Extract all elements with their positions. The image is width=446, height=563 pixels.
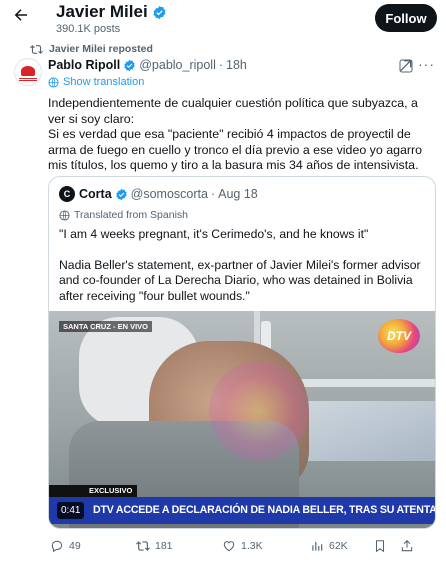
video-exclusive-tag: EXCLUSIVO bbox=[49, 485, 137, 497]
avatar-seal-lines bbox=[19, 77, 37, 81]
repost-button[interactable]: 181 bbox=[136, 536, 173, 556]
show-translation-label[interactable]: Show translation bbox=[63, 76, 144, 88]
reply-count: 49 bbox=[69, 540, 81, 552]
reply-icon bbox=[51, 540, 63, 553]
analytics-icon bbox=[312, 541, 323, 551]
heart-icon bbox=[223, 541, 235, 552]
bookmark-button[interactable] bbox=[373, 536, 392, 556]
video-news-banner: DTV ACCEDE A DECLARACIÓN DE NADIA BELLER… bbox=[49, 497, 435, 524]
arrow-left-icon bbox=[14, 9, 27, 21]
quoted-tweet-header: C Corta @somoscorta · Aug 18 bbox=[59, 186, 258, 202]
profile-name: Javier Milei bbox=[56, 2, 167, 22]
repost-label: Javier Milei reposted bbox=[49, 43, 153, 55]
more-options-icon[interactable]: ··· bbox=[418, 56, 435, 72]
share-icon bbox=[401, 540, 413, 552]
separator-dot: · bbox=[218, 58, 224, 72]
profile-header: Javier Milei 390.1K posts Follow bbox=[0, 0, 446, 40]
verified-badge-icon bbox=[124, 59, 135, 71]
video-location-tag: SANTA CRUZ - EN VIVO bbox=[59, 321, 153, 332]
back-button[interactable] bbox=[10, 6, 32, 28]
tweet-text-line: Independientemente de cualquier cuestión… bbox=[48, 96, 418, 126]
repost-icon bbox=[30, 44, 43, 54]
quoted-paragraph: "I am 4 weeks pregnant, it's Cerimedo's,… bbox=[59, 227, 369, 241]
grok-icon[interactable] bbox=[398, 58, 414, 74]
reply-button[interactable]: 49 bbox=[50, 536, 81, 556]
video-timestamp: 0:41 bbox=[57, 502, 85, 519]
tweet-handle[interactable]: @pablo_ripoll bbox=[139, 58, 216, 72]
quoted-paragraph: Nadia Beller's statement, ex-partner of … bbox=[59, 257, 421, 303]
video-player[interactable]: DTV SANTA CRUZ - EN VIVO EXCLUSIVO DTV A… bbox=[49, 311, 435, 528]
quoted-author-avatar[interactable]: C bbox=[59, 186, 75, 202]
video-bed bbox=[304, 401, 435, 461]
repost-count: 181 bbox=[155, 540, 173, 552]
follow-button[interactable]: Follow bbox=[375, 4, 437, 32]
verified-badge-icon bbox=[116, 188, 127, 200]
separator-dot: · bbox=[210, 187, 216, 201]
translate-icon bbox=[48, 76, 59, 88]
translate-icon bbox=[59, 209, 70, 221]
like-count: 1.3K bbox=[241, 540, 263, 552]
show-translation-link[interactable]: Show translation bbox=[48, 76, 144, 88]
quoted-tweet[interactable]: C Corta @somoscorta · Aug 18 Translated … bbox=[48, 176, 436, 529]
video-watermark bbox=[209, 361, 309, 461]
quoted-author[interactable]: Corta bbox=[79, 187, 112, 201]
translated-notice: Translated from Spanish bbox=[59, 209, 188, 221]
verified-badge-icon bbox=[153, 5, 166, 19]
tweet-time[interactable]: 18h bbox=[226, 58, 247, 72]
tweet-text-line: Si es verdad que esa "paciente" recibió … bbox=[48, 127, 423, 172]
quoted-handle[interactable]: @somoscorta bbox=[131, 187, 208, 201]
post-count: 390.1K posts bbox=[56, 23, 121, 35]
bookmark-icon bbox=[375, 540, 385, 553]
translated-label: Translated from Spanish bbox=[74, 209, 188, 221]
video-bed-rail bbox=[299, 379, 435, 387]
like-button[interactable]: 1.3K bbox=[222, 536, 263, 556]
view-count: 62K bbox=[329, 540, 348, 552]
channel-logo: DTV bbox=[378, 319, 420, 353]
author-avatar[interactable] bbox=[14, 58, 42, 86]
views-button[interactable]: 62K bbox=[310, 536, 348, 556]
quoted-text: "I am 4 weeks pregnant, it's Cerimedo's,… bbox=[59, 227, 427, 319]
profile-name-text: Javier Milei bbox=[56, 2, 148, 21]
repost-icon bbox=[136, 541, 150, 551]
avatar-seal bbox=[21, 65, 35, 76]
share-button[interactable] bbox=[400, 536, 419, 556]
tweet-text: Independientemente de cualquier cuestión… bbox=[48, 96, 438, 174]
repost-indicator: Javier Milei reposted bbox=[30, 42, 153, 56]
quoted-time[interactable]: Aug 18 bbox=[218, 187, 258, 201]
tweet-header: Pablo Ripoll @pablo_ripoll · 18h bbox=[48, 57, 247, 73]
tweet-actions: 49 181 1.3K 62K bbox=[48, 536, 438, 556]
tweet-author[interactable]: Pablo Ripoll bbox=[48, 58, 120, 72]
